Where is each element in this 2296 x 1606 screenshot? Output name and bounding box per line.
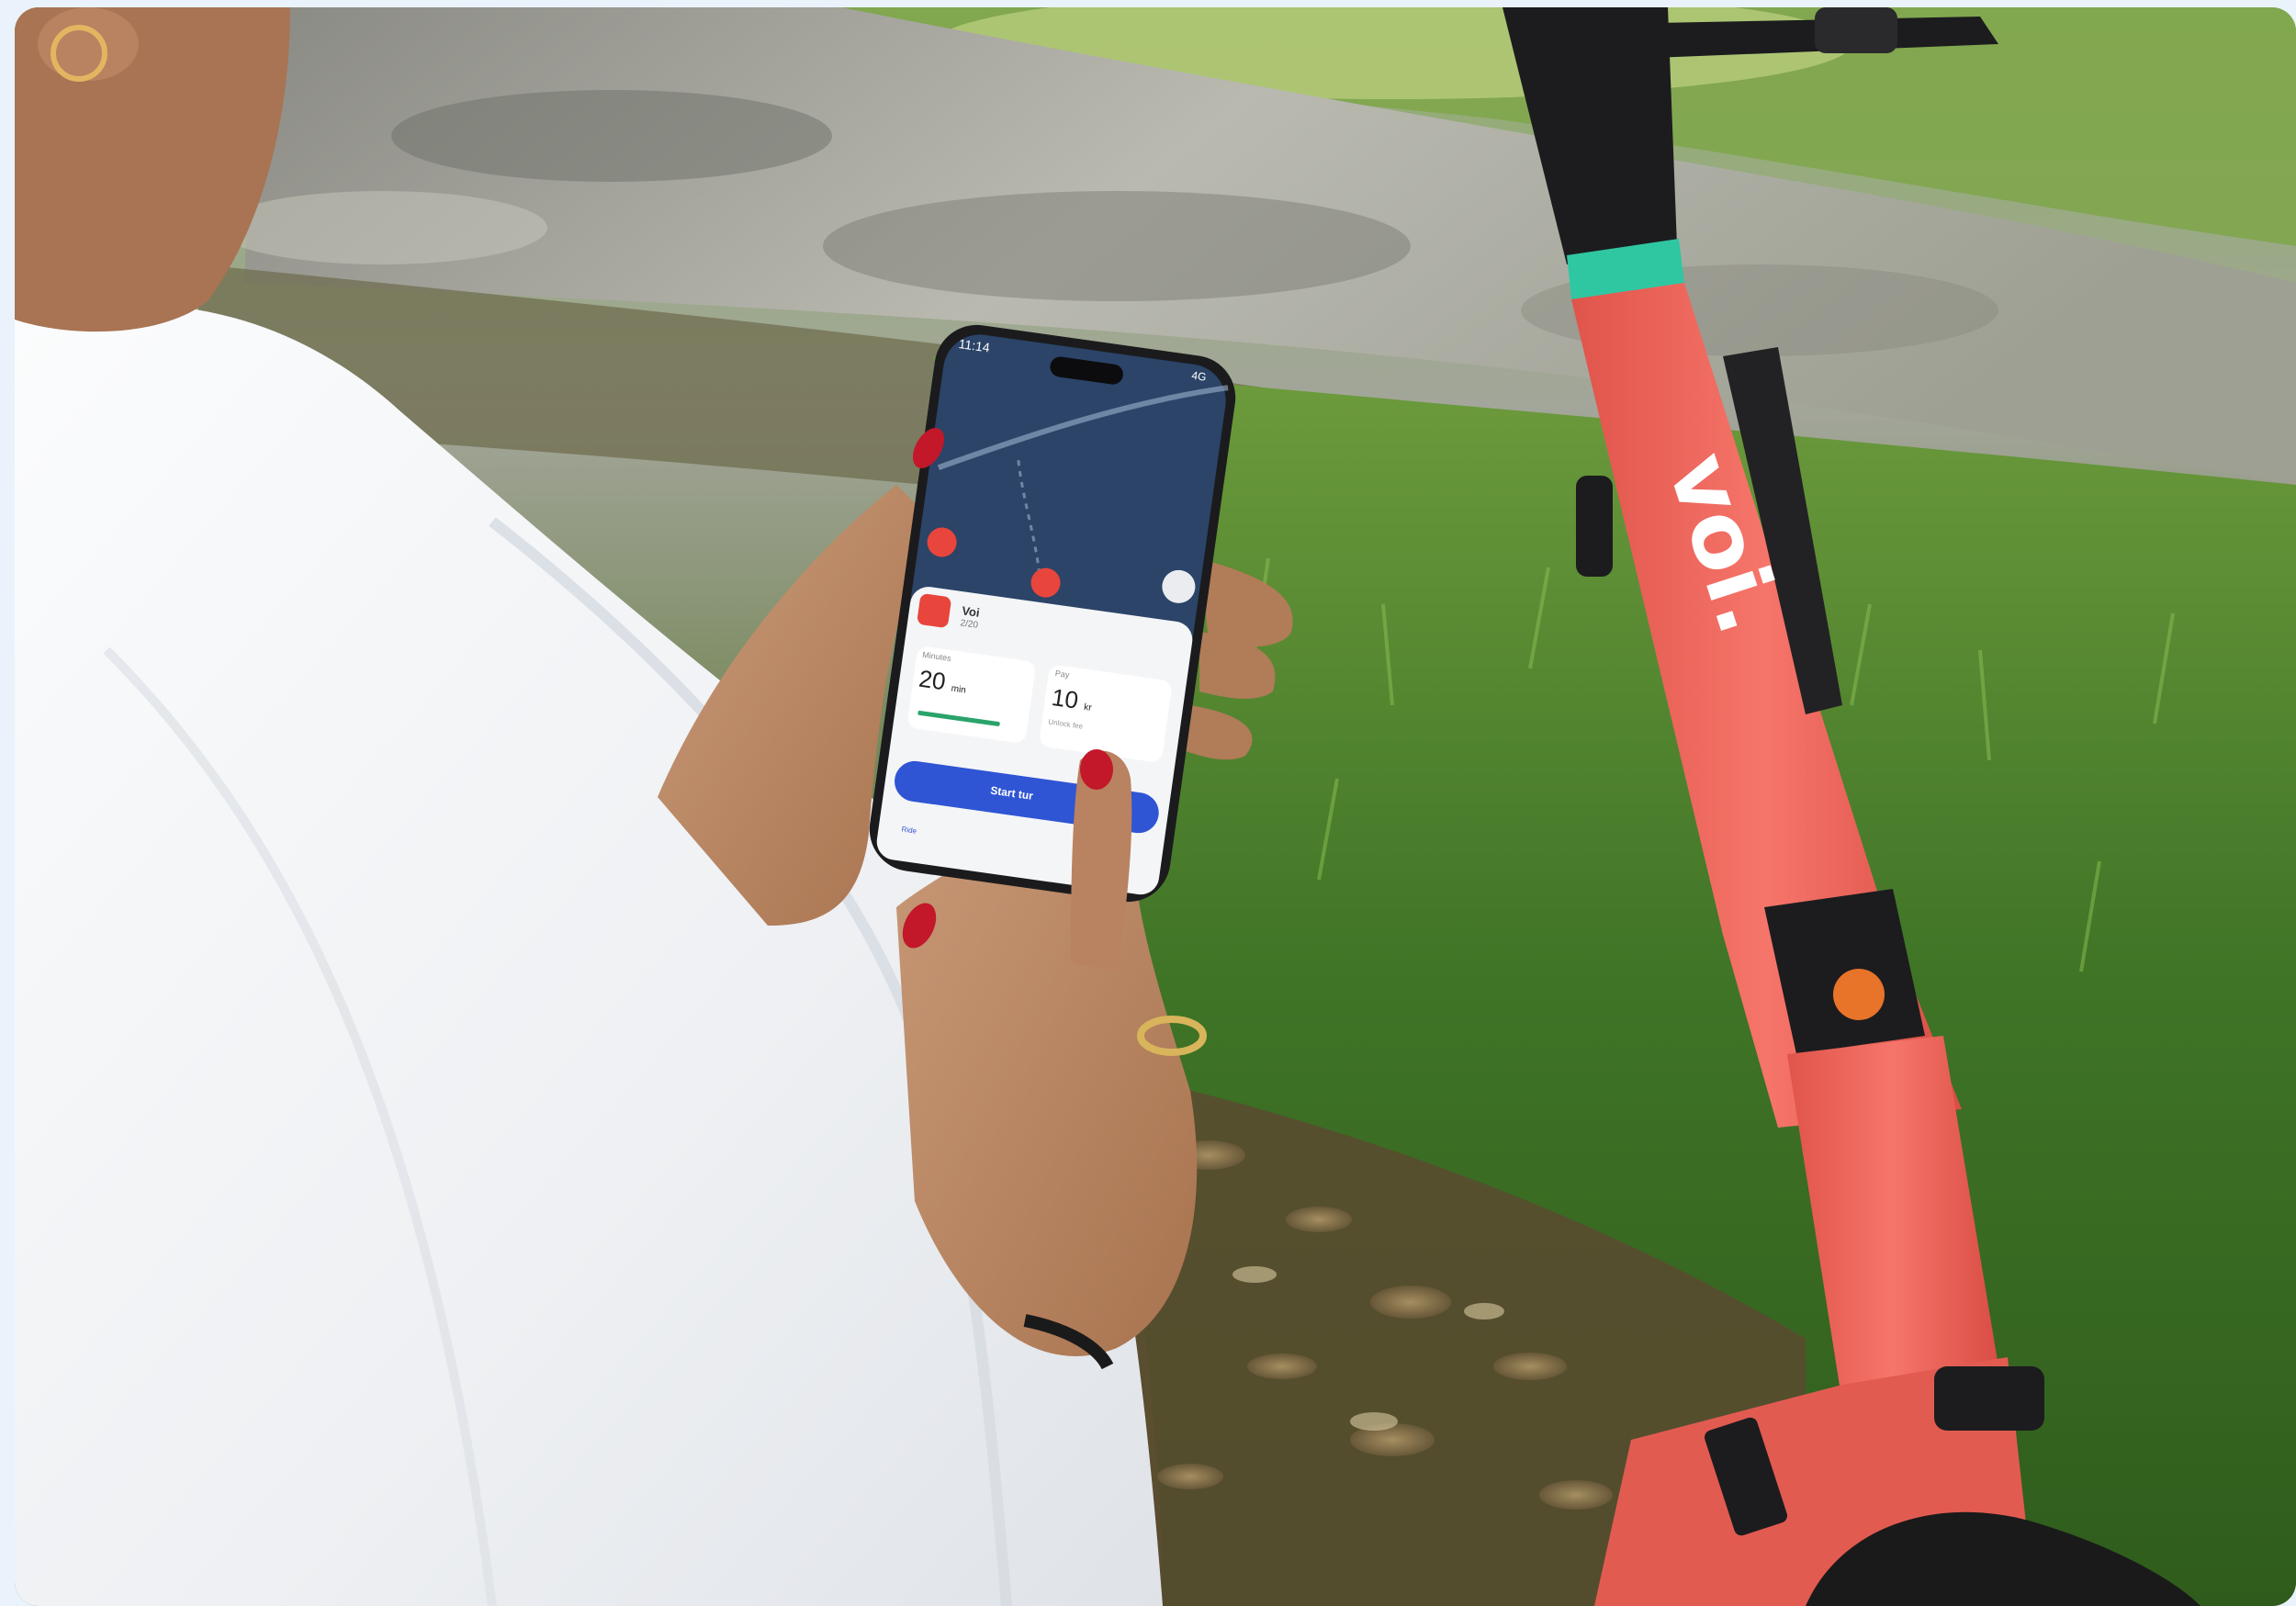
nav-ride-tab[interactable]: Ride: [901, 825, 917, 835]
card-left-value: 20 min: [917, 665, 969, 700]
card-right-unit: kr: [1083, 702, 1093, 713]
operator-sub: 2/20: [959, 618, 979, 631]
start-ride-button[interactable]: Start tur: [990, 784, 1034, 803]
status-network: 4G: [1190, 368, 1208, 384]
card-right-number: 10: [1050, 682, 1081, 714]
card-left-unit: min: [950, 683, 967, 696]
card-right-sub: Unlock fee: [1047, 717, 1084, 731]
status-time: 11:14: [957, 336, 991, 355]
card-left-number: 20: [917, 664, 948, 696]
card-left-title: Minutes: [921, 649, 952, 664]
operator-name: Voi: [961, 603, 981, 620]
photo-frame: voi. 11:14 4G Voi 2/20 Minutes 20 min Pa…: [15, 7, 2296, 1606]
card-right-value: 10 kr: [1050, 683, 1094, 717]
card-right-title: Pay: [1054, 668, 1071, 680]
